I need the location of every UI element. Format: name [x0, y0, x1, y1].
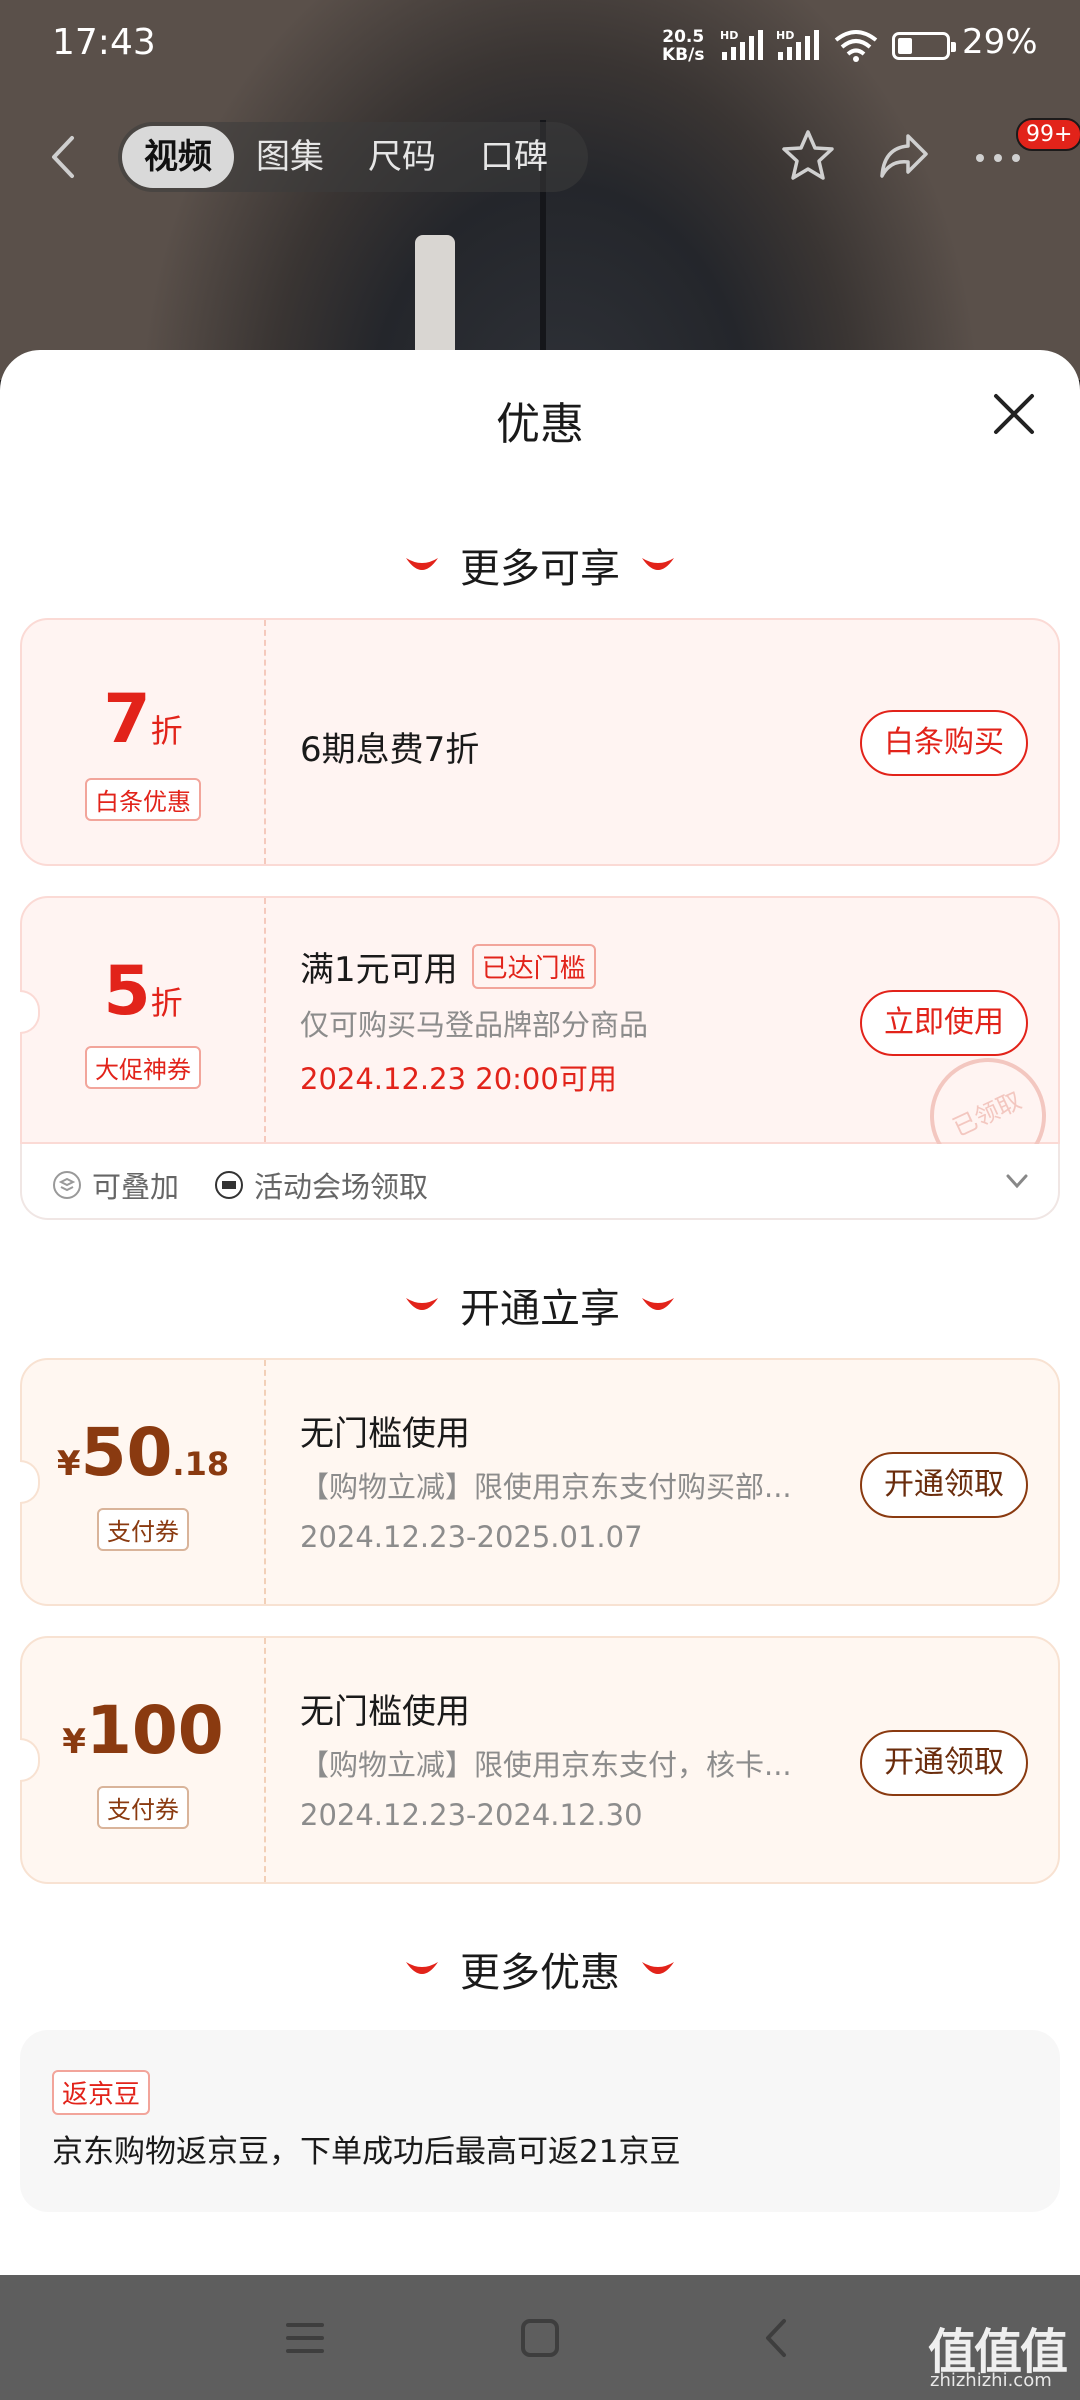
discount-unit: 折: [150, 984, 183, 1022]
coupon-tag: 支付券: [97, 1786, 189, 1829]
smile-decoration-icon: [642, 558, 674, 570]
jingdou-offer: 返京豆 京东购物返京豆，下单成功后最高可返21京豆: [20, 2030, 1060, 2212]
coupon-tag: 支付券: [97, 1508, 189, 1551]
favorite-star-icon[interactable]: [778, 126, 838, 186]
coupon-card-baitiao: 7折 白条优惠 6期息费7折 白条购买: [20, 618, 1060, 866]
home-icon[interactable]: [515, 2315, 565, 2361]
section-title-text: 更多优惠: [460, 1950, 620, 1996]
coupon-title: 无门槛使用: [300, 1692, 470, 1732]
media-tabs: 视频 图集 尺码 口碑: [118, 122, 588, 192]
coupon-dates: 2024.12.23-2025.01.07: [300, 1520, 643, 1554]
open-claim-button[interactable]: 开通领取: [860, 1452, 1028, 1518]
close-icon[interactable]: [988, 388, 1040, 440]
coupon-tag-wrap: 大促神券: [22, 1046, 264, 1089]
tab-video[interactable]: 视频: [122, 126, 234, 188]
net-speed-value: 20.5: [662, 27, 705, 47]
stackable-info: 可叠加: [52, 1164, 179, 1206]
open-claim-button[interactable]: 开通领取: [860, 1730, 1028, 1796]
amount-integer: 50: [80, 1414, 173, 1491]
use-now-button[interactable]: 立即使用: [860, 990, 1028, 1056]
tab-reviews[interactable]: 口碑: [458, 126, 570, 188]
coupon-value: 5折: [22, 952, 264, 1031]
stack-icon: [53, 1171, 81, 1199]
share-icon[interactable]: [874, 126, 934, 186]
system-nav-bar: [0, 2275, 1080, 2400]
currency-symbol: ¥: [62, 1722, 86, 1762]
tab-size[interactable]: 尺码: [346, 126, 458, 188]
sheet-title: 优惠: [496, 399, 584, 450]
coupon-divider: [264, 898, 266, 1142]
message-badge: 99+: [1016, 118, 1080, 151]
hd-label-2: HD: [776, 29, 794, 42]
coupon-time: 2024.12.23 20:00可用: [300, 1062, 617, 1096]
product-top-nav: 视频 图集 尺码 口碑: [0, 112, 1080, 202]
coupon-title: 无门槛使用: [300, 1414, 470, 1454]
coupon-desc: 【购物立减】限使用京东支付，核卡...: [300, 1748, 792, 1782]
coupon-tag-wrap: 支付券: [22, 1786, 264, 1829]
coupon-card-pay-1: ¥50.18 支付券 无门槛使用 【购物立减】限使用京东支付购买部... 202…: [20, 1358, 1060, 1606]
jingdou-tag: 返京豆: [52, 2070, 151, 2115]
coupon-divider: [264, 620, 266, 864]
section-title-text: 更多可享: [460, 546, 620, 592]
coupon-dates: 2024.12.23-2024.12.30: [300, 1798, 643, 1832]
coupon-value: ¥100: [22, 1692, 264, 1769]
coupon-title: 满1元可用 已达门槛: [300, 942, 596, 991]
coupon-card-pay-2: ¥100 支付券 无门槛使用 【购物立减】限使用京东支付，核卡... 2024.…: [20, 1636, 1060, 1884]
coupon-desc: 6期息费7折: [300, 730, 480, 770]
source-label: 活动会场领取: [254, 1170, 429, 1204]
smile-decoration-icon: [406, 558, 438, 570]
back-icon[interactable]: [752, 2315, 802, 2361]
smile-decoration-icon: [406, 1298, 438, 1310]
coupon-value: ¥50.18: [22, 1414, 264, 1491]
coupon-divider: [264, 1360, 266, 1604]
chevron-down-icon[interactable]: [1004, 1170, 1030, 1192]
net-speed: 20.5 KB/s: [662, 28, 704, 64]
smile-decoration-icon: [642, 1962, 674, 1974]
hd-label-1: HD: [720, 29, 738, 42]
stackable-label: 可叠加: [92, 1170, 180, 1204]
discount-unit: 折: [150, 712, 183, 750]
battery-icon: [892, 32, 956, 60]
amount-decimal: .18: [172, 1445, 230, 1483]
signal-icon-2: HD: [776, 29, 819, 60]
coupon-card-promo: 5折 大促神券 满1元可用 已达门槛 仅可购买马登品牌部分商品 2024.12.2…: [20, 896, 1066, 1194]
coupon-tag-wrap: 支付券: [22, 1508, 264, 1551]
threshold-badge: 已达门槛: [471, 944, 596, 989]
jingdou-text: 京东购物返京豆，下单成功后最高可返21京豆: [52, 2134, 681, 2170]
section-title-text: 开通立享: [460, 1286, 620, 1332]
battery-percent: 29%: [962, 22, 1038, 62]
offers-sheet: 优惠 更多可享 7折 白条优惠 6期息费7折 白条购买 5折 大促神券 满1元可…: [0, 350, 1080, 2275]
signal-icon-1: HD: [720, 29, 763, 60]
coupon-footer: 可叠加 活动会场领取: [20, 1144, 1060, 1220]
coupon-tag: 大促神券: [85, 1046, 201, 1089]
source-info: 活动会场领取: [214, 1164, 428, 1206]
net-speed-unit: KB/s: [662, 45, 705, 65]
back-arrow-icon[interactable]: [44, 132, 84, 182]
amount-integer: 100: [85, 1692, 224, 1769]
coupon-desc: 【购物立减】限使用京东支付购买部...: [300, 1470, 792, 1504]
coupon-value: 7折: [22, 680, 264, 759]
coupon-tag-wrap: 白条优惠: [22, 778, 264, 821]
coupon-divider: [264, 1638, 266, 1882]
discount-number: 7: [103, 680, 151, 759]
tab-gallery[interactable]: 图集: [234, 126, 346, 188]
section-title-more-offers: 更多优惠: [0, 1940, 1080, 1998]
coupon-desc: 仅可购买马登品牌部分商品: [300, 1008, 649, 1042]
menu-icon[interactable]: [280, 2315, 330, 2361]
status-bar: 17:43 20.5 KB/s HD HD 29%: [0, 0, 1080, 92]
coupon-title-text: 满1元可用: [300, 950, 458, 990]
wifi-icon: [834, 30, 878, 62]
watermark-url: zhizhizhi.com: [930, 2370, 1052, 2391]
currency-symbol: ¥: [56, 1444, 81, 1484]
coupon-tag: 白条优惠: [85, 778, 201, 821]
baitiao-buy-button[interactable]: 白条购买: [860, 710, 1028, 776]
ticket-icon: [215, 1171, 243, 1199]
section-title-more-available: 更多可享: [0, 536, 1080, 594]
smile-decoration-icon: [642, 1298, 674, 1310]
smile-decoration-icon: [406, 1962, 438, 1974]
discount-number: 5: [103, 952, 151, 1031]
section-title-open-enjoy: 开通立享: [0, 1276, 1080, 1334]
status-time: 17:43: [52, 22, 156, 63]
